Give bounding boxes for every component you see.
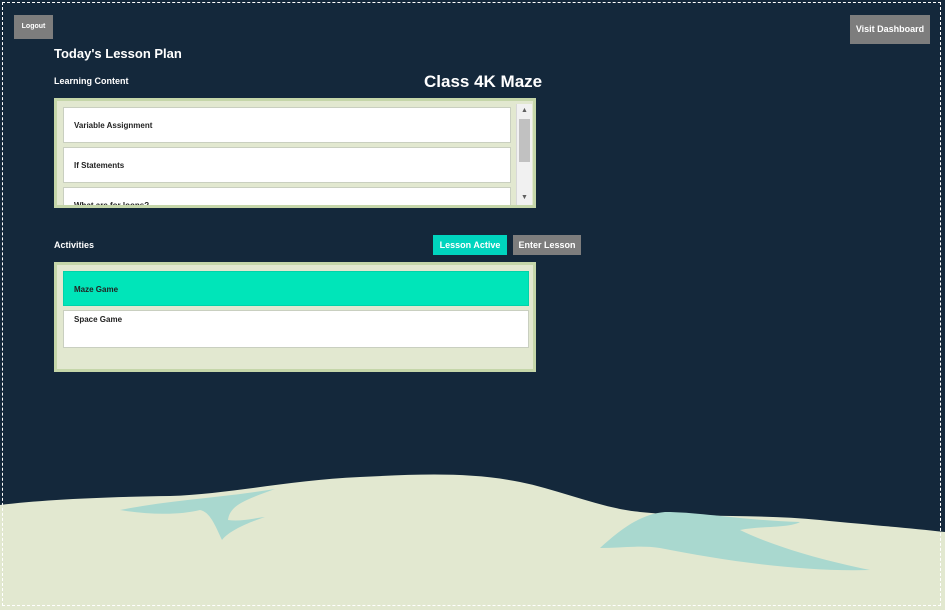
scrollbar-thumb[interactable] [519, 119, 530, 162]
activities-label: Activities [54, 240, 95, 250]
activity-item[interactable]: Space Game [63, 310, 529, 348]
learning-content-label: Learning Content [54, 76, 129, 86]
learning-content-list[interactable]: Variable Assignment If Statements What a… [54, 98, 536, 208]
logout-button[interactable]: Logout [14, 15, 53, 39]
class-title: Class 4K Maze [424, 72, 543, 91]
visit-dashboard-button[interactable]: Visit Dashboard [850, 15, 930, 44]
app-screen: Logout Visit Dashboard Today's Lesson Pl… [0, 0, 945, 610]
triangle-down-icon[interactable]: ▼ [517, 191, 532, 205]
activities-list: Maze Game Space Game [54, 262, 536, 372]
page-title: Today's Lesson Plan [54, 46, 182, 61]
lesson-active-button[interactable]: Lesson Active [433, 235, 507, 255]
activity-item-selected[interactable]: Maze Game [63, 271, 529, 306]
learning-content-scrollbar[interactable]: ▲ ▼ [516, 104, 532, 205]
learning-content-item[interactable]: What are for loops? [63, 187, 511, 205]
learning-content-item[interactable]: If Statements [63, 147, 511, 183]
triangle-up-icon[interactable]: ▲ [517, 104, 532, 118]
enter-lesson-button[interactable]: Enter Lesson [513, 235, 581, 255]
learning-content-item[interactable]: Variable Assignment [63, 107, 511, 143]
